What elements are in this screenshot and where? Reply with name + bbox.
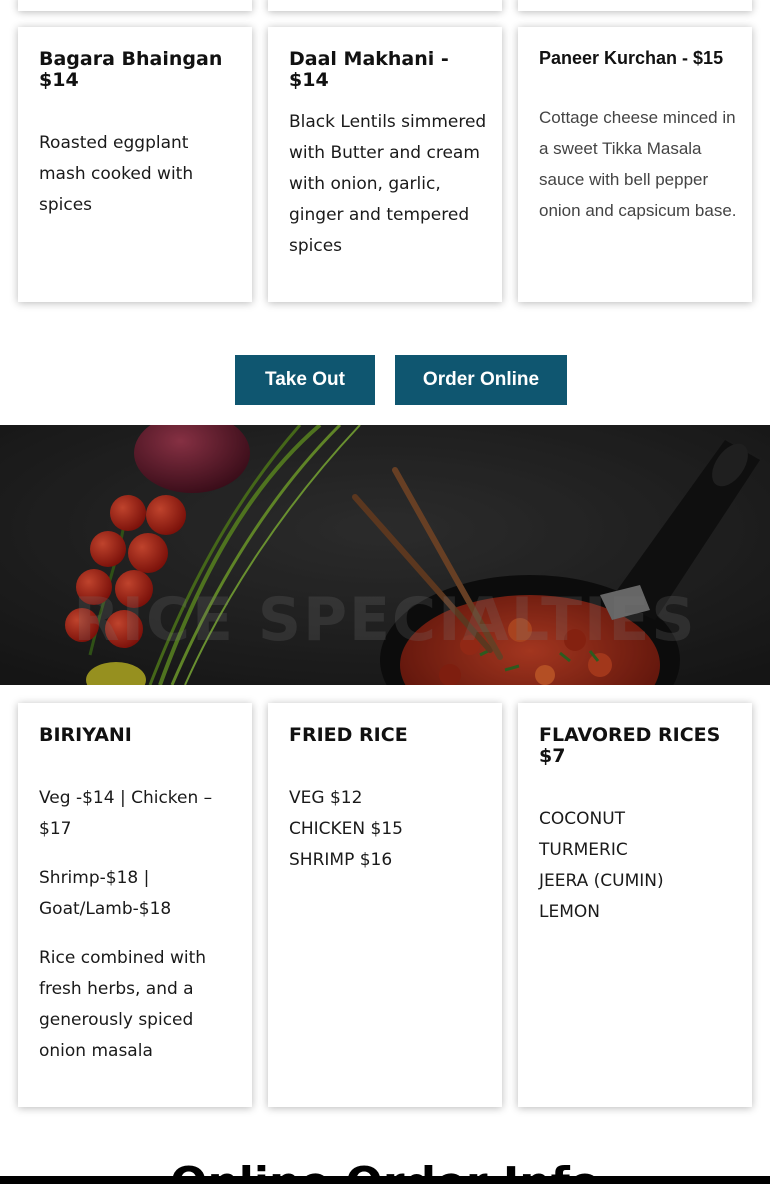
card-title: FRIED RICE	[289, 724, 408, 746]
card-title: Bagara Bhaingan $14	[39, 48, 223, 91]
flavor-line: JEERA (CUMIN)	[539, 871, 664, 891]
flavor-line: COCONUT	[539, 809, 626, 829]
menu-card-flavored-rices: FLAVORED RICES $7 COCONUT TURMERIC JEERA…	[518, 703, 752, 1107]
order-online-button[interactable]: Order Online	[395, 355, 567, 405]
banner-title: RICE SPECIALTIES	[73, 585, 697, 655]
price-line: SHRIMP $16	[289, 850, 393, 870]
card-description: Roasted eggplant mash cooked with spices	[39, 133, 194, 215]
menu-card-paneer-kurchan: Paneer Kurchan - $15 Cottage cheese minc…	[518, 27, 752, 302]
previous-card-bottom	[268, 0, 502, 11]
menu-card-biriyani: BIRIYANI Veg -$14 | Chicken – $17 Shrimp…	[18, 703, 252, 1107]
card-description: Cottage cheese minced in a sweet Tikka M…	[539, 108, 737, 220]
previous-card-bottom	[18, 0, 252, 11]
description-line: Rice combined with fresh herbs, and a ge…	[39, 948, 207, 1061]
card-flavor-list: COCONUT TURMERIC JEERA (CUMIN) LEMON	[539, 804, 739, 928]
price-line: CHICKEN $15	[289, 819, 403, 839]
flavor-line: LEMON	[539, 902, 600, 922]
card-title: FLAVORED RICES $7	[539, 724, 721, 767]
card-description: Veg -$14 | Chicken – $17 Shrimp-$18 | Go…	[39, 783, 234, 1085]
card-price-list: VEG $12 CHICKEN $15 SHRIMP $16	[289, 783, 489, 876]
card-title: Daal Makhani - $14	[289, 48, 449, 91]
online-order-heading: Online Order Info	[0, 1158, 770, 1176]
price-line: Shrimp-$18 | Goat/Lamb-$18	[39, 868, 172, 919]
footer-bar	[0, 1176, 770, 1184]
previous-card-bottom	[518, 0, 752, 11]
price-line: Veg -$14 | Chicken – $17	[39, 788, 213, 839]
card-title: BIRIYANI	[39, 724, 132, 746]
price-line: VEG $12	[289, 788, 363, 808]
flavor-line: TURMERIC	[539, 840, 628, 860]
menu-card-bagara-bhaingan: Bagara Bhaingan $14 Roasted eggplant mas…	[18, 27, 252, 302]
menu-card-daal-makhani: Daal Makhani - $14 Black Lentils simmere…	[268, 27, 502, 302]
card-title: Paneer Kurchan - $15	[539, 48, 724, 68]
menu-card-fried-rice: FRIED RICE VEG $12 CHICKEN $15 SHRIMP $1…	[268, 703, 502, 1107]
take-out-button[interactable]: Take Out	[235, 355, 375, 405]
card-description: Black Lentils simmered with Butter and c…	[289, 112, 487, 256]
